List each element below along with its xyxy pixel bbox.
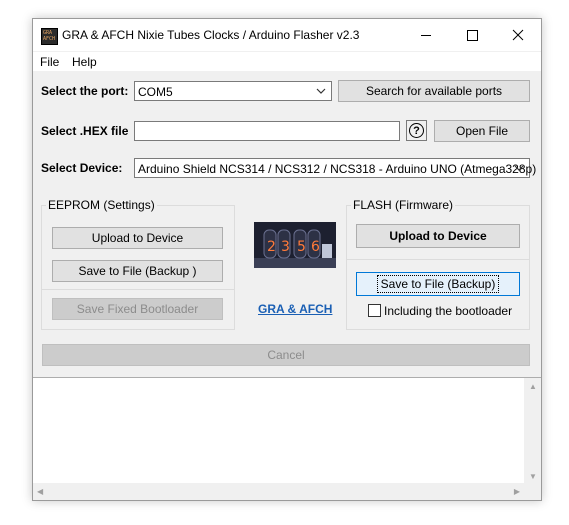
device-select[interactable]: Arduino Shield NCS314 / NCS312 / NCS318 …	[134, 158, 536, 178]
menu-help[interactable]: Help	[72, 55, 97, 69]
svg-text:2: 2	[267, 239, 276, 255]
maximize-button[interactable]	[449, 19, 495, 51]
gra-afch-link[interactable]: GRA & AFCH	[258, 302, 332, 316]
close-button[interactable]	[495, 19, 541, 51]
device-select-value: Arduino Shield NCS314 / NCS312 / NCS318 …	[138, 162, 537, 176]
cancel-button[interactable]: Cancel	[42, 344, 530, 366]
menu-bar: File Help	[33, 52, 541, 71]
log-output[interactable]: ▲ ▼ ◀ ▶	[33, 377, 541, 500]
chevron-down-icon	[514, 165, 524, 171]
chevron-down-icon	[316, 88, 326, 94]
close-icon	[512, 29, 524, 41]
window-title: GRA & AFCH Nixie Tubes Clocks / Arduino …	[62, 28, 360, 42]
scroll-left-icon[interactable]: ◀	[37, 487, 43, 496]
minimize-icon	[421, 34, 431, 36]
eeprom-divider	[41, 289, 235, 290]
app-logo-icon: GRA AFCH	[41, 28, 58, 45]
device-label: Select Device:	[41, 161, 123, 175]
scroll-right-icon[interactable]: ▶	[514, 487, 520, 496]
horizontal-scrollbar[interactable]: ◀ ▶	[33, 483, 524, 500]
app-window: GRA AFCH GRA & AFCH Nixie Tubes Clocks /…	[32, 18, 542, 501]
vertical-scrollbar[interactable]: ▲ ▼	[524, 378, 541, 483]
title-bar[interactable]: GRA AFCH GRA & AFCH Nixie Tubes Clocks /…	[33, 19, 541, 51]
flash-upload-button[interactable]: Upload to Device	[356, 224, 520, 248]
include-bootloader-label: Including the bootloader	[384, 304, 513, 318]
menu-file[interactable]: File	[40, 55, 59, 69]
svg-text:3: 3	[281, 239, 290, 255]
svg-text:6: 6	[311, 239, 320, 255]
svg-text:5: 5	[297, 239, 306, 255]
eeprom-upload-button[interactable]: Upload to Device	[52, 227, 223, 249]
search-ports-button[interactable]: Search for available ports	[338, 80, 530, 102]
scroll-corner	[524, 483, 541, 500]
question-icon: ?	[409, 123, 424, 138]
maximize-icon	[466, 29, 478, 41]
flash-group-label: FLASH (Firmware)	[351, 198, 456, 212]
flash-divider	[346, 259, 530, 260]
open-file-button[interactable]: Open File	[434, 120, 530, 142]
hex-file-label: Select .HEX file	[41, 124, 129, 138]
nixie-tubes-image: 2 3 5 6	[254, 222, 336, 268]
port-label: Select the port:	[41, 84, 129, 98]
port-select-value: COM5	[138, 85, 173, 99]
port-select[interactable]: COM5	[134, 81, 332, 101]
flash-save-button[interactable]: Save to File (Backup)	[356, 272, 520, 296]
eeprom-group-label: EEPROM (Settings)	[46, 198, 157, 212]
scroll-down-icon[interactable]: ▼	[529, 472, 537, 481]
include-bootloader-checkbox[interactable]	[368, 304, 381, 317]
minimize-button[interactable]	[403, 19, 449, 51]
save-fixed-bootloader-button[interactable]: Save Fixed Bootloader	[52, 298, 223, 320]
hex-file-input[interactable]	[134, 121, 400, 141]
eeprom-save-button[interactable]: Save to File (Backup )	[52, 260, 223, 282]
flash-save-button-label: Save to File (Backup)	[376, 275, 500, 293]
help-button[interactable]: ?	[406, 120, 427, 141]
scroll-up-icon[interactable]: ▲	[529, 382, 537, 391]
